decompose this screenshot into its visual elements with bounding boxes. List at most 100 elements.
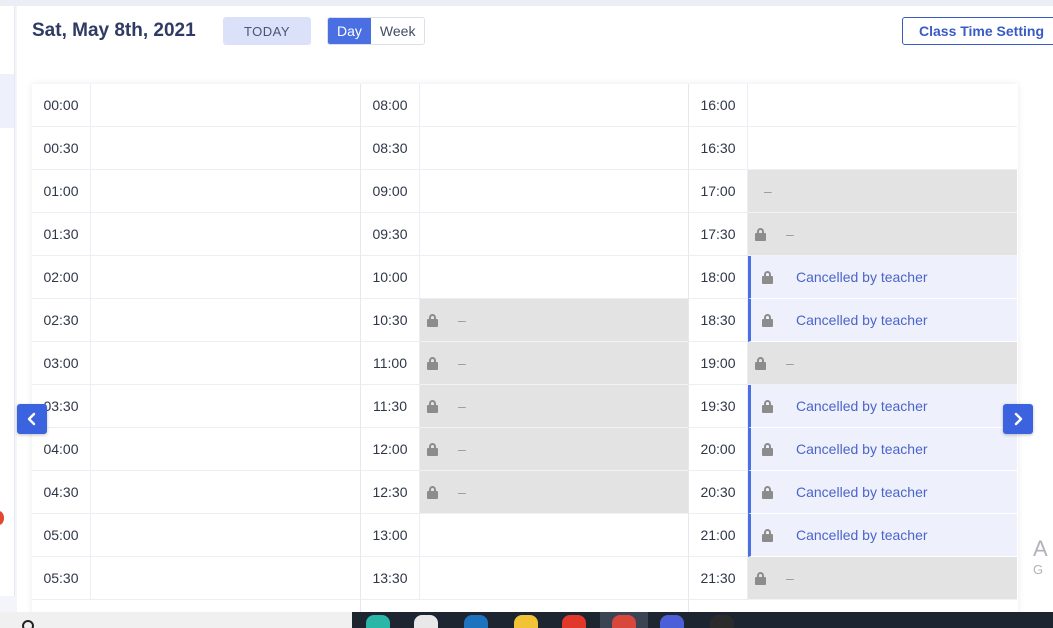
time-label: 19:00 [689,342,748,385]
time-label: 03:00 [32,342,91,385]
slot-status-text: – [458,441,466,457]
week-view-button[interactable]: Week [370,18,425,44]
taskbar-app-icon[interactable] [366,615,390,628]
column-divider [360,84,361,614]
cancelled-label: Cancelled by teacher [796,269,928,285]
time-label: 01:00 [32,170,91,213]
slot-locked[interactable]: – [748,557,1017,600]
slot-empty[interactable] [420,170,688,213]
slot-empty[interactable] [91,256,360,299]
lock-icon [762,314,773,327]
slot-empty[interactable] [91,342,360,385]
slot-status-text: – [786,570,794,586]
next-day-button[interactable] [1003,404,1033,434]
time-label: 18:30 [689,299,748,342]
column-divider [688,84,689,614]
taskbar-app-icon[interactable] [562,615,586,628]
prev-day-button[interactable] [17,404,47,434]
time-label: 09:00 [361,170,420,213]
slot-empty[interactable] [91,299,360,342]
lock-icon [755,228,766,241]
sidebar-selected-item[interactable] [0,74,14,128]
lock-icon [762,486,773,499]
slot-status-text: – [458,484,466,500]
time-label: 13:30 [361,557,420,600]
day-view-button[interactable]: Day [328,18,371,44]
time-label: 19:30 [689,385,748,428]
slot-cancelled[interactable]: Cancelled by teacher [748,428,1017,471]
slot-unavailable[interactable]: – [748,170,1017,213]
cancelled-label: Cancelled by teacher [796,527,928,543]
time-label: 16:30 [689,127,748,170]
watermark-subtext: G [1033,562,1044,577]
lock-icon [427,486,438,499]
slot-empty[interactable] [91,471,360,514]
today-button[interactable]: TODAY [223,17,311,45]
time-label: 20:30 [689,471,748,514]
time-label: 00:00 [32,84,91,127]
slot-empty[interactable] [420,213,688,256]
time-label: 05:00 [32,514,91,557]
time-label: 18:00 [689,256,748,299]
cancelled-label: Cancelled by teacher [796,441,928,457]
slot-empty[interactable] [748,127,1017,170]
slot-status-text: – [764,183,772,199]
cancelled-label: Cancelled by teacher [796,398,928,414]
slot-empty[interactable] [748,84,1017,127]
lock-icon [762,400,773,413]
slot-empty[interactable] [420,514,688,557]
slot-cancelled[interactable]: Cancelled by teacher [748,385,1017,428]
slot-locked[interactable]: – [420,428,688,471]
chevron-right-icon [1014,412,1023,426]
slot-status-text: – [458,398,466,414]
slot-empty[interactable] [91,84,360,127]
time-label: 21:00 [689,514,748,557]
taskbar-app-icon[interactable] [464,615,488,628]
lock-icon [762,443,773,456]
date-title: Sat, May 8th, 2021 [32,20,196,41]
taskbar-app-icon[interactable] [514,615,538,628]
slot-empty[interactable] [91,170,360,213]
slot-empty[interactable] [91,557,360,600]
taskbar-search[interactable] [0,612,352,628]
slot-locked[interactable]: – [420,299,688,342]
watermark-text: A [1033,536,1048,561]
slot-empty[interactable] [91,514,360,557]
slot-empty[interactable] [91,428,360,471]
slot-locked[interactable]: – [748,342,1017,385]
slot-empty[interactable] [420,557,688,600]
lock-icon [427,314,438,327]
slot-empty[interactable] [420,127,688,170]
os-taskbar [0,612,1053,628]
slot-locked[interactable]: – [420,342,688,385]
slot-empty[interactable] [91,213,360,256]
time-label: 05:30 [32,557,91,600]
slot-cancelled[interactable]: Cancelled by teacher [748,299,1017,342]
right-panel-partial [1040,78,1053,598]
class-time-setting-button[interactable]: Class Time Setting [902,17,1053,45]
lock-icon [427,400,438,413]
taskbar-app-icon[interactable] [612,615,636,628]
slot-empty[interactable] [420,256,688,299]
time-label: 04:00 [32,428,91,471]
slot-cancelled[interactable]: Cancelled by teacher [748,256,1017,299]
time-label: 12:00 [361,428,420,471]
slot-locked[interactable]: – [420,471,688,514]
slot-empty[interactable] [91,385,360,428]
slot-empty[interactable] [420,84,688,127]
slot-locked[interactable]: – [420,385,688,428]
time-label: 02:30 [32,299,91,342]
time-label: 17:30 [689,213,748,256]
taskbar-app-icon[interactable] [710,615,734,628]
slot-cancelled[interactable]: Cancelled by teacher [748,514,1017,557]
lock-icon [762,271,773,284]
schedule-grid: 00:00 00:30 01:00 01:30 02:00 02:30 03:00 03:30… [32,84,1018,614]
slot-empty[interactable] [91,127,360,170]
notification-dot [0,511,4,525]
taskbar-app-icon[interactable] [660,615,684,628]
slot-cancelled[interactable]: Cancelled by teacher [748,471,1017,514]
cancelled-label: Cancelled by teacher [796,484,928,500]
taskbar-app-icon[interactable] [414,615,438,628]
slot-locked[interactable]: – [748,213,1017,256]
time-label: 10:30 [361,299,420,342]
